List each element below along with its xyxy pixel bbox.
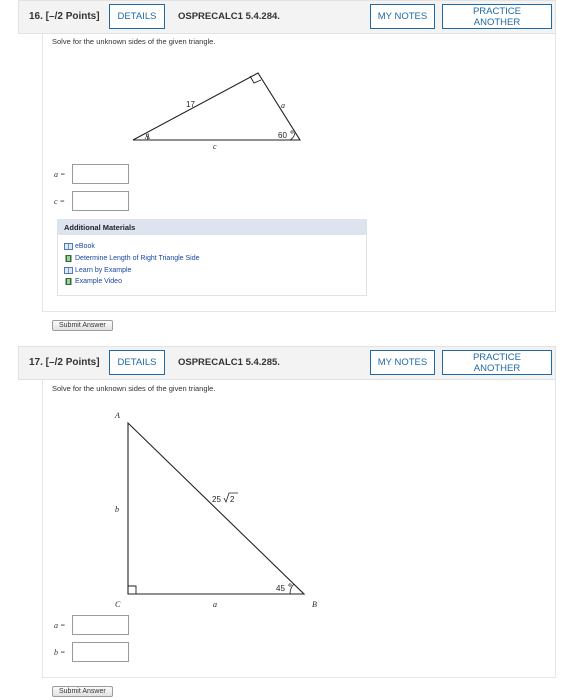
additional-materials-heading: Additional Materials (58, 220, 366, 235)
q17-code: OSPRECALC1 5.4.285. (178, 357, 280, 368)
q16-my-notes-button[interactable]: MY NOTES (370, 4, 435, 29)
q16-code: OSPRECALC1 5.4.284. (178, 11, 280, 22)
q17-title: 17. [–/2 Points] (29, 357, 100, 368)
q16-prompt: Solve for the unknown sides of the given… (52, 37, 216, 46)
q16-header: 16. [–/2 Points] DETAILS OSPRECALC1 5.4.… (18, 0, 556, 34)
material-learn-by-example-label: Learn by Example (75, 267, 132, 274)
q17-answer-a-label: a = (54, 620, 66, 630)
q16-practice-another-button[interactable]: PRACTICE ANOTHER (442, 4, 552, 29)
q17-submit-answer-button[interactable]: Submit Answer (52, 686, 113, 697)
material-example-video-label: Example Video (75, 278, 122, 285)
q17-answer-b-row: b = (54, 641, 129, 663)
material-determine-length-link[interactable]: Determine Length of Right Triangle Side (64, 255, 200, 262)
q16-answer-a-row: a = (54, 163, 129, 185)
material-example-video-link[interactable]: Example Video (64, 278, 122, 285)
additional-materials-panel: Additional Materials eBook Determine Len… (57, 219, 367, 296)
q16-answer-c-input[interactable] (72, 191, 129, 211)
book-icon (64, 243, 73, 250)
q17-answer-a-input[interactable] (72, 615, 129, 635)
q16-answer-c-row: c = (54, 190, 129, 212)
book-icon (64, 267, 73, 274)
q16-details-button[interactable]: DETAILS (109, 4, 165, 29)
material-learn-by-example-link[interactable]: Learn by Example (64, 267, 131, 274)
q16-answer-a-input[interactable] (72, 164, 129, 184)
q17-answer-a-row: a = (54, 614, 129, 636)
film-icon (65, 255, 72, 262)
q17-header: 17. [–/2 Points] DETAILS OSPRECALC1 5.4.… (18, 346, 556, 380)
q16-answer-a-label: a = (54, 169, 66, 179)
q16-title: 16. [–/2 Points] (29, 11, 100, 22)
q16-answer-c-label: c = (54, 196, 65, 206)
q17-prompt: Solve for the unknown sides of the given… (52, 384, 216, 393)
q17-my-notes-button[interactable]: MY NOTES (370, 350, 435, 375)
film-icon (65, 278, 72, 285)
material-ebook-link[interactable]: eBook (64, 243, 95, 250)
q17-answer-b-label: b = (54, 647, 66, 657)
q16-submit-answer-button[interactable]: Submit Answer (52, 320, 113, 331)
q17-details-button[interactable]: DETAILS (109, 350, 165, 375)
material-determine-length-label: Determine Length of Right Triangle Side (75, 255, 200, 262)
q17-practice-another-button[interactable]: PRACTICE ANOTHER (442, 350, 552, 375)
q17-answer-b-input[interactable] (72, 642, 129, 662)
material-ebook-label: eBook (75, 243, 95, 250)
